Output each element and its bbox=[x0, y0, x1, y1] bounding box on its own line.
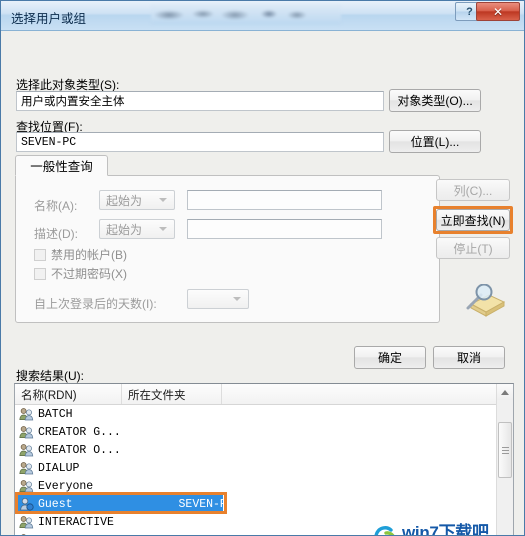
disabled-accounts-checkbox[interactable]: 禁用的帐户(B) bbox=[34, 246, 127, 263]
column-header-folder[interactable]: 所在文件夹 bbox=[122, 384, 222, 404]
table-row[interactable]: DIALUP bbox=[15, 459, 513, 477]
description-label: 描述(D): bbox=[34, 227, 78, 241]
days-since-login-select[interactable] bbox=[187, 289, 249, 309]
results-scrollbar[interactable] bbox=[496, 384, 513, 535]
columns-button[interactable]: 列(C)... bbox=[436, 179, 510, 201]
cancel-button[interactable]: 取消 bbox=[433, 346, 505, 369]
column-header-name[interactable]: 名称(RDN) bbox=[15, 384, 122, 404]
find-now-button[interactable]: 立即查找(N) bbox=[436, 209, 510, 231]
group-users-icon bbox=[19, 515, 34, 529]
watermark-logo-icon bbox=[373, 525, 399, 535]
name-value-input[interactable] bbox=[187, 190, 382, 210]
name-label: 名称(A): bbox=[34, 199, 78, 213]
row-name: BATCH bbox=[38, 407, 73, 421]
watermark-title: win7下载吧 bbox=[402, 522, 489, 536]
scroll-up-arrow-icon[interactable] bbox=[497, 384, 513, 400]
description-condition-select[interactable]: 起始为 bbox=[99, 219, 175, 239]
scrollbar-thumb[interactable] bbox=[498, 422, 512, 478]
tab-general-query[interactable]: 一般性查询 bbox=[15, 155, 108, 176]
row-name: INTERACTIVE bbox=[38, 515, 114, 529]
table-row[interactable]: BATCH bbox=[15, 405, 513, 423]
close-button[interactable]: ✕ bbox=[476, 2, 520, 21]
blurred-title-region bbox=[151, 5, 341, 24]
ok-button[interactable]: 确定 bbox=[354, 346, 426, 369]
location-field[interactable]: SEVEN-PC bbox=[16, 132, 384, 152]
description-condition-value: 起始为 bbox=[106, 222, 143, 237]
location-button[interactable]: 位置(L)... bbox=[389, 130, 481, 153]
row-name: Everyone bbox=[38, 479, 94, 493]
checkbox-icon bbox=[34, 267, 46, 280]
grip-icon bbox=[501, 445, 509, 456]
non-expiring-password-label: 不过期密码(X) bbox=[51, 267, 127, 281]
chevron-down-icon bbox=[159, 227, 167, 231]
object-type-field[interactable]: 用户或内置安全主体 bbox=[16, 91, 384, 111]
group-users-icon bbox=[19, 443, 34, 457]
watermark: win7下载吧 www.8495.cn bbox=[373, 518, 521, 536]
description-value-input[interactable] bbox=[187, 219, 382, 239]
search-results-list[interactable]: 名称(RDN) 所在文件夹 BATCH CREATOR G... CREATOR O… bbox=[14, 383, 514, 535]
non-expiring-password-checkbox[interactable]: 不过期密码(X) bbox=[34, 265, 127, 282]
result-rows: BATCH CREATOR G... CREATOR O... DIALUP Every… bbox=[15, 405, 513, 535]
chevron-down-icon bbox=[233, 297, 241, 301]
checkbox-icon bbox=[34, 248, 46, 261]
row-name: DIALUP bbox=[38, 461, 80, 475]
window-title: 选择用户或组 bbox=[11, 12, 87, 26]
name-condition-select[interactable]: 起始为 bbox=[99, 190, 175, 210]
list-header: 名称(RDN) 所在文件夹 bbox=[15, 384, 513, 405]
chevron-down-icon bbox=[159, 198, 167, 202]
name-condition-value: 起始为 bbox=[106, 193, 143, 208]
object-type-button[interactable]: 对象类型(O)... bbox=[389, 89, 481, 112]
days-since-login-label: 自上次登录后的天数(I): bbox=[34, 297, 157, 311]
table-row[interactable]: CREATOR O... bbox=[15, 441, 513, 459]
group-users-icon bbox=[19, 479, 34, 493]
select-users-or-groups-dialog: 选择用户或组 ? ✕ 选择此对象类型(S): 用户或内置安全主体 对象类型(O)… bbox=[0, 0, 525, 536]
dialog-body: 选择此对象类型(S): 用户或内置安全主体 对象类型(O)... 查找位置(F)… bbox=[1, 31, 524, 536]
stop-button[interactable]: 停止(T) bbox=[436, 237, 510, 259]
find-magnifier-icon bbox=[463, 283, 507, 320]
group-users-icon bbox=[19, 407, 34, 421]
row-name: CREATOR O... bbox=[38, 443, 121, 457]
selected-row-highlight bbox=[15, 492, 227, 514]
group-users-icon bbox=[19, 425, 34, 439]
watermark-text: win7下载吧 www.8495.cn bbox=[402, 522, 489, 536]
table-row[interactable]: CREATOR G... bbox=[15, 423, 513, 441]
search-results-label: 搜索结果(U): bbox=[16, 369, 84, 383]
disabled-accounts-label: 禁用的帐户(B) bbox=[51, 248, 127, 262]
group-users-icon bbox=[19, 461, 34, 475]
title-bar: 选择用户或组 ? ✕ bbox=[1, 1, 524, 31]
row-name: CREATOR G... bbox=[38, 425, 121, 439]
column-header-spacer bbox=[222, 384, 498, 404]
